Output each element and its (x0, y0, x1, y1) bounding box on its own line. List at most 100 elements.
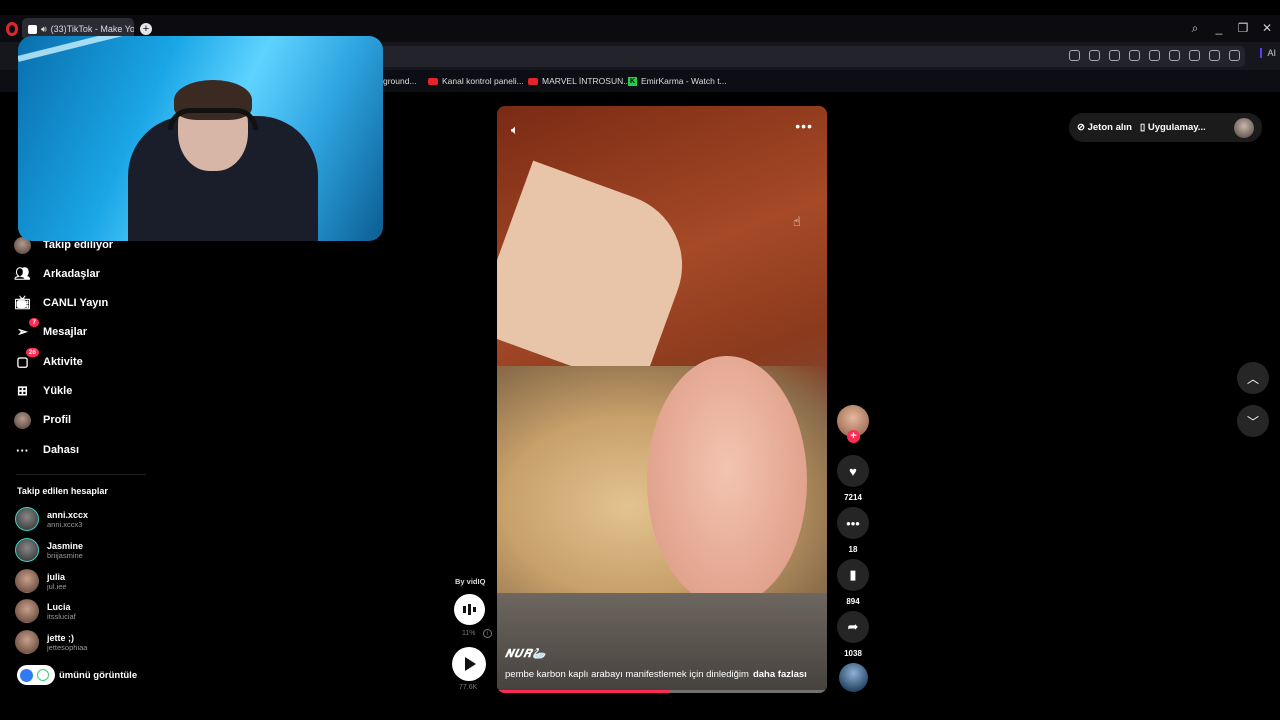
edit-icon[interactable] (1069, 50, 1080, 61)
user-avatar[interactable] (1234, 117, 1254, 138)
account-item[interactable]: Lucia itssluciaf (15, 599, 76, 623)
bookmark-item[interactable]: Kanal kontrol paneli... (428, 76, 524, 86)
next-video-button[interactable]: ﹀ (1237, 405, 1269, 437)
hand-cursor-icon: ☝︎ (793, 214, 801, 229)
live-icon: 📺︎ (14, 295, 31, 310)
view-count: 77.6K (459, 684, 478, 691)
close-window-button[interactable]: ✕ (1258, 21, 1276, 35)
like-button[interactable]: ♥ (837, 455, 869, 487)
share-action: ➦ 1038 (837, 611, 869, 658)
sidebar-item-more[interactable]: ··· Dahası (14, 440, 164, 460)
messages-icon: ➢ 7 (14, 317, 39, 341)
vidiq-percent: 11% (462, 630, 476, 637)
get-coins-button[interactable]: ⊘ Jeton alın (1077, 122, 1132, 133)
app-label: Uygulamay... (1147, 122, 1206, 133)
sidebar-item-upload[interactable]: ⊞ Yükle (14, 381, 164, 401)
more-icon: ··· (16, 442, 29, 458)
video-author[interactable]: 𝑵𝑼𝑹🦢 (505, 647, 547, 661)
account-handle: jettesophiaa (47, 642, 88, 652)
like-count: 7214 (844, 493, 862, 502)
comment-count: 18 (848, 545, 858, 554)
messages-badge: 7 (29, 317, 39, 327)
minimize-button[interactable]: _ (1210, 21, 1228, 35)
sidebar-item-label: Dahası (43, 444, 80, 456)
share-button[interactable]: ➦ (837, 611, 869, 643)
extension-pill[interactable] (17, 665, 55, 685)
video-scene-shoulder (497, 160, 703, 392)
extension-green-icon (37, 669, 49, 681)
heart-icon: ♥ (849, 463, 857, 479)
sidebar-item-label: CANLI Yayın (43, 297, 109, 309)
account-handle: briijasmine (47, 550, 83, 560)
sidebar-item-label: Profil (43, 414, 72, 426)
sidebar-item-activity[interactable]: ▢ 26 Aktivite (14, 347, 164, 372)
headset (168, 108, 258, 130)
search-tabs-icon[interactable]: ⌕ (1186, 21, 1204, 36)
account-name: julia (47, 571, 66, 582)
chevron-up-icon: ︿ (1246, 371, 1259, 386)
info-icon[interactable]: i (483, 629, 492, 638)
save-button[interactable]: ▮ (837, 559, 869, 591)
aria-ai-button[interactable]: AI (1260, 48, 1276, 58)
extension-icon[interactable] (1129, 50, 1140, 61)
account-handle: anni.xccx3 (47, 519, 83, 529)
sidebar-item-label: Yükle (43, 385, 73, 397)
toolbar-icons (1069, 50, 1240, 61)
header-actions: ⊘ Jeton alın ▯ Uygulamay... (1069, 113, 1262, 142)
bookmark-item[interactable]: MARVEL İNTROSUN... (528, 76, 630, 86)
share-icon: ➦ (847, 619, 859, 634)
music-disc-icon[interactable] (839, 663, 868, 692)
video-progress-bar[interactable] (497, 690, 827, 693)
avatar (15, 569, 39, 593)
player-icon[interactable] (1149, 50, 1160, 61)
chevron-down-icon: ﹀ (1246, 414, 1259, 429)
vidiq-by-label: By vidIQ (455, 577, 486, 586)
bookmark-icon: ▮ (849, 567, 857, 582)
sidebar-item-messages[interactable]: ➢ 7 Mesajlar (14, 317, 164, 342)
see-more-link[interactable]: daha fazlası (753, 669, 807, 680)
sidebar-item-live[interactable]: 📺︎ CANLI Yayın (14, 293, 164, 313)
vidiq-stats-button[interactable] (454, 594, 485, 625)
avatar (15, 599, 39, 623)
comment-button[interactable]: ••• (837, 507, 869, 539)
account-item[interactable]: Jasmine briijasmine (15, 538, 83, 562)
play-button[interactable] (452, 647, 486, 681)
download-icon[interactable] (1189, 50, 1200, 61)
extension-blue-icon (20, 668, 33, 682)
restore-button[interactable]: ❐ (1234, 21, 1252, 35)
avatar (15, 538, 39, 562)
comment-action: ••• 18 (837, 507, 869, 554)
shield-icon[interactable] (1109, 50, 1120, 61)
heart-icon[interactable] (1169, 50, 1180, 61)
account-handle: jul.iee (47, 581, 67, 591)
show-all-link[interactable]: ümünü görüntüle (17, 665, 137, 685)
speaker-icon: 🔊︎ (41, 23, 47, 34)
like-action: ♥ 7214 (837, 455, 869, 502)
bookmark-item[interactable]: K EmirKarma - Watch t... (628, 76, 727, 86)
sidebar-item-profile[interactable]: Profil (14, 410, 164, 430)
camera-icon[interactable] (1089, 50, 1100, 61)
profile-icon[interactable] (1229, 50, 1240, 61)
account-name: Lucia (47, 601, 71, 612)
sidebar-item-friends[interactable]: 👥︎ Arkadaşlar (14, 264, 164, 284)
new-tab-button[interactable]: + (140, 23, 152, 35)
volume-icon[interactable]: 🔈︎ (511, 122, 519, 138)
bookmark-item[interactable]: ground... (383, 76, 417, 86)
show-all-label: ümünü görüntüle (59, 669, 138, 681)
kick-icon: K (628, 76, 637, 86)
bookmark-label: EmirKarma - Watch t... (641, 76, 727, 86)
previous-video-button[interactable]: ︿ (1237, 362, 1269, 394)
account-item[interactable]: jette ;) jettesophiaa (15, 630, 87, 654)
more-options-icon[interactable]: ••• (795, 118, 813, 134)
account-item[interactable]: anni.xccx anni.xccx3 (15, 507, 88, 531)
follow-plus-button[interactable]: + (847, 430, 860, 443)
coins-label: Jeton alın (1087, 122, 1132, 133)
menu-icon[interactable] (1209, 50, 1220, 61)
account-item[interactable]: julia jul.iee (15, 569, 67, 593)
opera-logo-icon[interactable] (6, 22, 18, 36)
avatar (15, 630, 39, 654)
avatar (14, 411, 31, 429)
video-player[interactable]: 🔈︎ ••• ☝︎ 𝑵𝑼𝑹🦢 pembe karbon kaplı arabay… (497, 106, 827, 693)
get-app-button[interactable]: ▯ Uygulamay... (1140, 122, 1206, 133)
bar-chart-icon (468, 604, 471, 615)
